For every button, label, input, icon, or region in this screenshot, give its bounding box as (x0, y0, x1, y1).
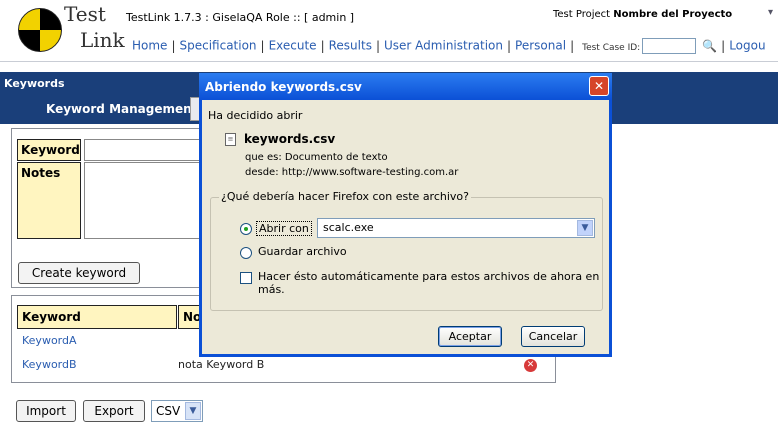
tab-keyword-management[interactable]: Keyword Management (40, 96, 203, 122)
export-button[interactable]: Export (83, 400, 145, 422)
test-case-id-label: Test Case ID: (582, 42, 641, 53)
project-name[interactable]: Nombre del Proyecto (613, 9, 732, 20)
dialog-title: Abriendo keywords.csv (205, 80, 362, 94)
accept-button[interactable]: Aceptar (438, 326, 502, 347)
import-button[interactable]: Import (16, 400, 76, 422)
main-navigation: Home | Specification | Execute | Results | User … (0, 34, 778, 62)
delete-icon[interactable]: ✕ (524, 359, 537, 372)
file-type: que es: Documento de texto (245, 152, 388, 163)
export-format-select[interactable]: CSV ▼ (151, 400, 203, 422)
action-group: ¿Qué debería hacer Firefox con este arch… (210, 190, 603, 311)
file-source: desde: http://www.software-testing.com.a… (245, 167, 459, 178)
export-format-value: CSV (156, 404, 181, 418)
keyword-link[interactable]: KeywordA (22, 334, 77, 347)
nav-execute[interactable]: Execute (269, 39, 317, 53)
notes-label: Notes (17, 162, 81, 239)
chevron-down-icon[interactable]: ▼ (185, 402, 201, 420)
keyword-label: Keyword (17, 139, 81, 161)
dialog-intro: Ha decidido abrir (208, 109, 303, 122)
project-label: Test Project (553, 9, 611, 20)
column-header-keyword: Keyword (17, 305, 177, 329)
save-file-radio[interactable] (240, 247, 252, 259)
open-with-select[interactable]: scalc.exe ▼ (317, 218, 595, 238)
file-name: keywords.csv (244, 132, 336, 146)
keyword-notes: nota Keyword B (178, 358, 265, 371)
nav-user-administration[interactable]: User Administration (384, 39, 503, 53)
nav-personal[interactable]: Personal (515, 39, 566, 53)
save-file-label[interactable]: Guardar archivo (258, 245, 347, 258)
open-with-value: scalc.exe (323, 221, 374, 234)
project-dropdown-icon[interactable]: ▾ (768, 7, 773, 18)
app-title: TestLink 1.7.3 : GiselaQA Role :: [ admi… (126, 11, 355, 24)
keyword-link[interactable]: KeywordB (22, 358, 77, 371)
open-with-radio[interactable] (240, 223, 252, 235)
close-icon[interactable]: ✕ (589, 76, 609, 96)
dialog-titlebar[interactable]: Abriendo keywords.csv ✕ (199, 73, 612, 100)
cancel-button[interactable]: Cancelar (521, 326, 585, 347)
nav-home[interactable]: Home (132, 39, 167, 53)
logo-text-top: Test (64, 2, 106, 26)
auto-action-label[interactable]: Hacer ésto automáticamente para estos ar… (258, 270, 602, 296)
project-indicator: Test Project Nombre del Proyecto (553, 9, 732, 20)
test-case-id-input[interactable] (642, 38, 697, 54)
chevron-down-icon[interactable]: ▼ (577, 220, 593, 236)
create-keyword-button[interactable]: Create keyword (18, 262, 140, 284)
nav-results[interactable]: Results (329, 39, 372, 53)
open-with-label[interactable]: Abrir con (256, 221, 312, 236)
file-icon: ≡ (225, 133, 236, 146)
download-dialog: Abriendo keywords.csv ✕ Ha decidido abri… (199, 73, 612, 357)
action-question: ¿Qué debería hacer Firefox con este arch… (219, 190, 471, 203)
nav-specification[interactable]: Specification (179, 39, 256, 53)
nav-logout[interactable]: Logou (729, 39, 765, 53)
search-icon[interactable]: 🔍 (702, 39, 717, 53)
auto-action-checkbox[interactable] (240, 272, 252, 284)
